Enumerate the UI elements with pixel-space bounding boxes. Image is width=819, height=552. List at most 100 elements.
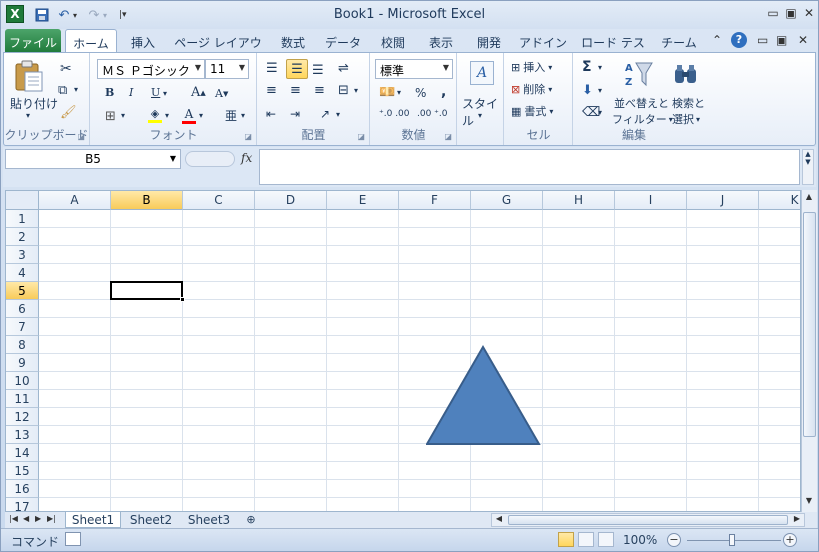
fill-color-dropdown-icon[interactable]: ▾ xyxy=(165,111,169,120)
format-painter-icon[interactable]: 🖌 xyxy=(60,105,77,120)
zoom-level[interactable]: 100% xyxy=(623,533,657,547)
decrease-indent-icon[interactable]: ⇤ xyxy=(266,107,276,121)
tab-team[interactable]: チーム xyxy=(655,29,703,53)
fill-handle[interactable] xyxy=(180,297,185,302)
row-header-14[interactable]: 14 xyxy=(6,444,39,462)
accounting-format-icon[interactable]: 💴 xyxy=(379,85,395,100)
fill-color-icon[interactable]: ◈ xyxy=(147,107,163,125)
paste-dropdown-icon[interactable]: ▾ xyxy=(26,111,30,120)
increase-indent-icon[interactable]: ⇥ xyxy=(290,107,300,121)
workbook-minimize-icon[interactable]: ▭ xyxy=(757,33,768,47)
font-color-icon[interactable]: A xyxy=(181,107,197,125)
cell-styles-icon[interactable]: A xyxy=(470,61,494,85)
decrease-decimal-icon[interactable]: .00 ⁺.0 xyxy=(417,109,448,119)
font-size-select[interactable]: 11 ▼ xyxy=(205,59,249,79)
tab-data[interactable]: データ xyxy=(319,29,367,53)
increase-decimal-icon[interactable]: ⁺.0 .00 xyxy=(379,109,410,119)
zoom-in-button[interactable]: + xyxy=(783,533,797,547)
row-header-3[interactable]: 3 xyxy=(6,246,39,264)
scroll-down-icon[interactable]: ▼ xyxy=(802,496,816,508)
help-icon[interactable]: ? xyxy=(731,32,747,48)
normal-view-icon[interactable] xyxy=(558,532,574,547)
sheet-tab-sheet1[interactable]: Sheet1 xyxy=(65,512,121,528)
column-header-g[interactable]: G xyxy=(471,191,543,210)
paste-icon[interactable] xyxy=(14,59,48,93)
clear-dropdown-icon[interactable]: ▾ xyxy=(598,108,602,117)
fill-dropdown-icon[interactable]: ▾ xyxy=(598,86,602,95)
row-header-10[interactable]: 10 xyxy=(6,372,39,390)
tab-page-layout[interactable]: ページ レイアウト xyxy=(171,29,265,67)
tab-load-test[interactable]: ロード テスト xyxy=(577,29,649,67)
align-center-icon[interactable]: ≡ xyxy=(290,83,301,98)
formula-bar-splitter[interactable] xyxy=(185,151,235,167)
column-header-b[interactable]: B xyxy=(111,191,183,210)
column-header-a[interactable]: A xyxy=(39,191,111,210)
tab-file[interactable]: ファイル xyxy=(5,29,61,53)
column-header-h[interactable]: H xyxy=(543,191,615,210)
workbook-restore-icon[interactable]: ▣ xyxy=(776,33,787,47)
horizontal-scrollbar[interactable]: ◀ ▶ xyxy=(491,513,805,527)
number-format-select[interactable]: 標準 ▼ xyxy=(375,59,453,79)
select-all-button[interactable] xyxy=(6,191,39,210)
close-icon[interactable]: ✕ xyxy=(800,5,818,21)
copy-dropdown-icon[interactable]: ▾ xyxy=(74,85,78,94)
sort-filter-icon[interactable]: AZ xyxy=(624,59,654,89)
insert-sheet-icon[interactable]: ⊕ xyxy=(241,512,261,528)
active-cell-outline[interactable] xyxy=(110,281,183,300)
row-header-12[interactable]: 12 xyxy=(6,408,39,426)
phonetic-dropdown-icon[interactable]: ▾ xyxy=(241,111,245,120)
scroll-left-icon[interactable]: ◀ xyxy=(492,514,506,526)
shrink-font-button[interactable]: A ▼ xyxy=(215,87,228,100)
styles-button[interactable]: スタイル xyxy=(462,95,503,129)
scroll-right-icon[interactable]: ▶ xyxy=(790,514,804,526)
tab-insert[interactable]: 挿入 xyxy=(121,29,165,53)
column-header-j[interactable]: J xyxy=(687,191,759,210)
tab-view[interactable]: 表示 xyxy=(419,29,463,53)
vertical-scroll-thumb[interactable] xyxy=(803,212,816,437)
name-box-dropdown-icon[interactable]: ▼ xyxy=(170,154,176,163)
clipboard-launcher-icon[interactable]: ◪ xyxy=(77,132,85,141)
zoom-out-button[interactable]: − xyxy=(667,533,681,547)
page-break-view-icon[interactable] xyxy=(598,532,614,547)
sort-filter-label-2[interactable]: フィルター ▾ xyxy=(612,111,673,127)
insert-function-button[interactable]: fx xyxy=(241,151,252,165)
triangle-shape[interactable] xyxy=(426,345,542,447)
align-top-icon[interactable]: ☰ xyxy=(266,61,278,76)
horizontal-scroll-thumb[interactable] xyxy=(508,515,788,525)
autosum-dropdown-icon[interactable]: ▾ xyxy=(598,63,602,72)
formula-input[interactable] xyxy=(259,149,800,185)
column-header-k[interactable]: K xyxy=(759,191,800,210)
number-launcher-icon[interactable]: ◪ xyxy=(444,132,452,141)
column-header-i[interactable]: I xyxy=(615,191,687,210)
tab-home[interactable]: ホーム xyxy=(65,29,117,53)
underline-button[interactable]: U xyxy=(151,86,160,99)
font-name-select[interactable]: ＭＳ Ｐゴシック ▼ xyxy=(97,59,205,79)
name-box[interactable]: B5 ▼ xyxy=(5,149,181,169)
tab-add-ins[interactable]: アドイン xyxy=(515,29,571,53)
collapse-ribbon-icon[interactable]: ⌃ xyxy=(712,33,722,47)
alignment-launcher-icon[interactable]: ◪ xyxy=(357,132,365,141)
row-header-8[interactable]: 8 xyxy=(6,336,39,354)
merge-dropdown-icon[interactable]: ▾ xyxy=(354,86,358,95)
phonetic-guide-icon[interactable]: 亜 xyxy=(225,107,237,124)
row-header-1[interactable]: 1 xyxy=(6,210,39,228)
insert-cells-button[interactable]: ⊞ 挿入 ▾ xyxy=(511,59,552,75)
align-left-icon[interactable]: ≡ xyxy=(266,83,277,98)
sheet-tab-sheet3[interactable]: Sheet3 xyxy=(181,512,237,528)
percent-style-button[interactable]: % xyxy=(415,86,426,100)
column-header-d[interactable]: D xyxy=(255,191,327,210)
macro-record-icon[interactable] xyxy=(65,532,81,546)
row-header-2[interactable]: 2 xyxy=(6,228,39,246)
row-header-5[interactable]: 5 xyxy=(6,282,39,300)
orientation-icon[interactable]: ↗ xyxy=(320,107,330,121)
workbook-close-icon[interactable]: ✕ xyxy=(798,33,808,47)
row-header-17[interactable]: 17 xyxy=(6,498,39,511)
find-select-label-1[interactable]: 検索と xyxy=(672,95,705,111)
find-select-label-2[interactable]: 選択 ▾ xyxy=(672,111,700,127)
row-header-7[interactable]: 7 xyxy=(6,318,39,336)
sort-filter-label-1[interactable]: 並べ替えと xyxy=(614,95,669,111)
wrap-text-icon[interactable]: ⇌ xyxy=(338,61,349,76)
last-sheet-icon[interactable]: ▶| xyxy=(47,514,56,523)
tab-developer[interactable]: 開発 xyxy=(467,29,511,53)
row-header-4[interactable]: 4 xyxy=(6,264,39,282)
